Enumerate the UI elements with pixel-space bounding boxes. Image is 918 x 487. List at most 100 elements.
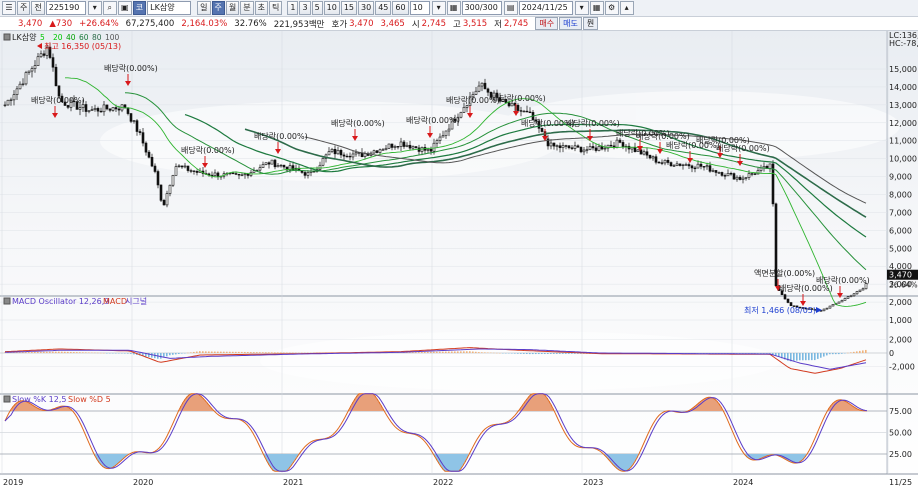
macd-osc-bar: [199, 351, 201, 353]
calendar-picker-icon[interactable]: ▾: [574, 1, 589, 15]
candle-body: [657, 161, 661, 164]
stoch-panel-toggle-icon[interactable]: [3, 395, 11, 403]
interval-30[interactable]: 30: [358, 1, 375, 15]
candle-body: [156, 171, 160, 186]
x-axis-label: 2020: [133, 478, 153, 487]
gear-icon[interactable]: ⚙: [604, 1, 619, 15]
dividend-annotation: 배당락(0.00%): [696, 135, 750, 145]
candle-body: [693, 167, 697, 170]
macd-osc-bar: [517, 353, 519, 354]
macd-osc-bar: [22, 352, 24, 353]
tab-second[interactable]: 초: [254, 1, 268, 15]
macd-osc-bar: [514, 353, 516, 354]
lock-icon[interactable]: ▣: [117, 1, 132, 15]
grid-icon[interactable]: ▦: [589, 1, 604, 15]
chevron-down-icon[interactable]: ▾: [87, 1, 102, 15]
price-y-tick: 12,000: [889, 119, 917, 128]
candle-body: [114, 107, 118, 110]
interval-5[interactable]: 5: [311, 1, 323, 15]
candle-body: [321, 158, 325, 166]
x-axis-label: 2022: [433, 478, 453, 487]
macd-osc-bar: [235, 351, 237, 353]
candle-body: [345, 155, 349, 158]
search-icon[interactable]: ⌕: [102, 1, 117, 15]
tab-day[interactable]: 일: [197, 1, 211, 15]
candle-body: [165, 193, 169, 206]
candle-body: [375, 150, 379, 153]
macd-osc-bar: [229, 351, 231, 353]
interval-custom-input[interactable]: 10: [409, 1, 430, 15]
macd-osc-bar: [25, 352, 27, 353]
candle-body: [117, 108, 121, 111]
chevron-up-icon[interactable]: ▴: [619, 1, 634, 15]
macd-osc-bar: [526, 353, 528, 355]
sell-button[interactable]: 매도: [559, 17, 582, 30]
candle-body: [342, 154, 346, 157]
calendar-icon[interactable]: ▦: [446, 1, 461, 15]
tab-week[interactable]: 주: [211, 1, 225, 15]
date-field[interactable]: 2024/11/25: [518, 1, 573, 15]
x-axis-label: 2019: [3, 478, 23, 487]
macd-panel-toggle-icon[interactable]: [3, 297, 11, 305]
candle-body: [150, 156, 154, 167]
macd-osc-bar: [250, 352, 252, 353]
candle-body: [576, 145, 580, 148]
interval-45[interactable]: 45: [375, 1, 392, 15]
menu-button-1[interactable]: 주: [17, 1, 31, 15]
tab-month[interactable]: 월: [225, 1, 240, 15]
interval-10[interactable]: 10: [323, 1, 340, 15]
candle-body: [651, 156, 655, 159]
candle-body: [654, 156, 658, 163]
candle-body: [243, 173, 247, 176]
macd-osc-bar: [241, 351, 243, 353]
macd-osc-bar: [169, 353, 171, 356]
macd-osc-bar: [475, 351, 477, 353]
bar-count-field[interactable]: 300/300: [461, 1, 502, 15]
current-price: 3,470: [18, 18, 43, 29]
macd-osc-bar: [274, 352, 276, 353]
candle-body: [78, 107, 82, 110]
menu-icon[interactable]: ☰: [2, 1, 16, 15]
candle-body: [429, 149, 433, 152]
price-y-tick: 14,000: [889, 83, 917, 92]
candle-body: [750, 173, 754, 175]
macd-osc-bar: [43, 351, 45, 353]
candle-body: [612, 145, 616, 148]
candle-body: [744, 177, 748, 179]
price-panel-toggle-icon[interactable]: [3, 33, 11, 41]
tab-minute[interactable]: 분: [240, 1, 254, 15]
macd-osc-bar: [220, 351, 222, 353]
interval-1[interactable]: 1: [287, 1, 299, 15]
candle-body: [786, 298, 790, 303]
macd-osc-bar: [865, 349, 867, 353]
tab-tick[interactable]: 틱: [269, 1, 283, 15]
macd-osc-bar: [826, 353, 828, 356]
interval-15[interactable]: 15: [340, 1, 358, 15]
candle-body: [372, 150, 376, 154]
stock-chart[interactable]: 15,000 14,000 13,000 12,000 11,000 10,000 9,00…: [0, 31, 918, 487]
macd-osc-bar: [130, 353, 132, 354]
macd-osc-bar: [31, 351, 33, 353]
macd-osc-bar: [541, 353, 543, 355]
macd-osc-bar: [178, 353, 180, 354]
current-price-tag-pct: 26.64%: [889, 281, 918, 290]
candle-body: [33, 65, 37, 69]
stock-code-input[interactable]: 225190: [45, 1, 86, 15]
chevron-down-icon[interactable]: ▾: [431, 1, 446, 15]
extra-button[interactable]: 뭔: [582, 17, 599, 30]
menu-button-2[interactable]: 전: [31, 1, 45, 15]
macd-osc-bar: [253, 352, 255, 353]
macd-osc-bar: [166, 353, 168, 357]
interval-60[interactable]: 60: [392, 1, 409, 15]
macd-osc-bar: [556, 353, 558, 354]
macd-osc-bar: [64, 351, 66, 353]
macd-osc-bar: [271, 352, 273, 353]
stock-name-field[interactable]: LK삼양: [147, 1, 192, 15]
candle-body: [822, 308, 826, 312]
macd-osc-bar: [829, 353, 831, 355]
candle-body: [555, 145, 559, 147]
lock-count-icon[interactable]: ▤: [503, 1, 518, 15]
interval-3[interactable]: 3: [299, 1, 311, 15]
buy-button[interactable]: 매수: [535, 17, 559, 30]
macd-osc-bar: [859, 350, 861, 353]
